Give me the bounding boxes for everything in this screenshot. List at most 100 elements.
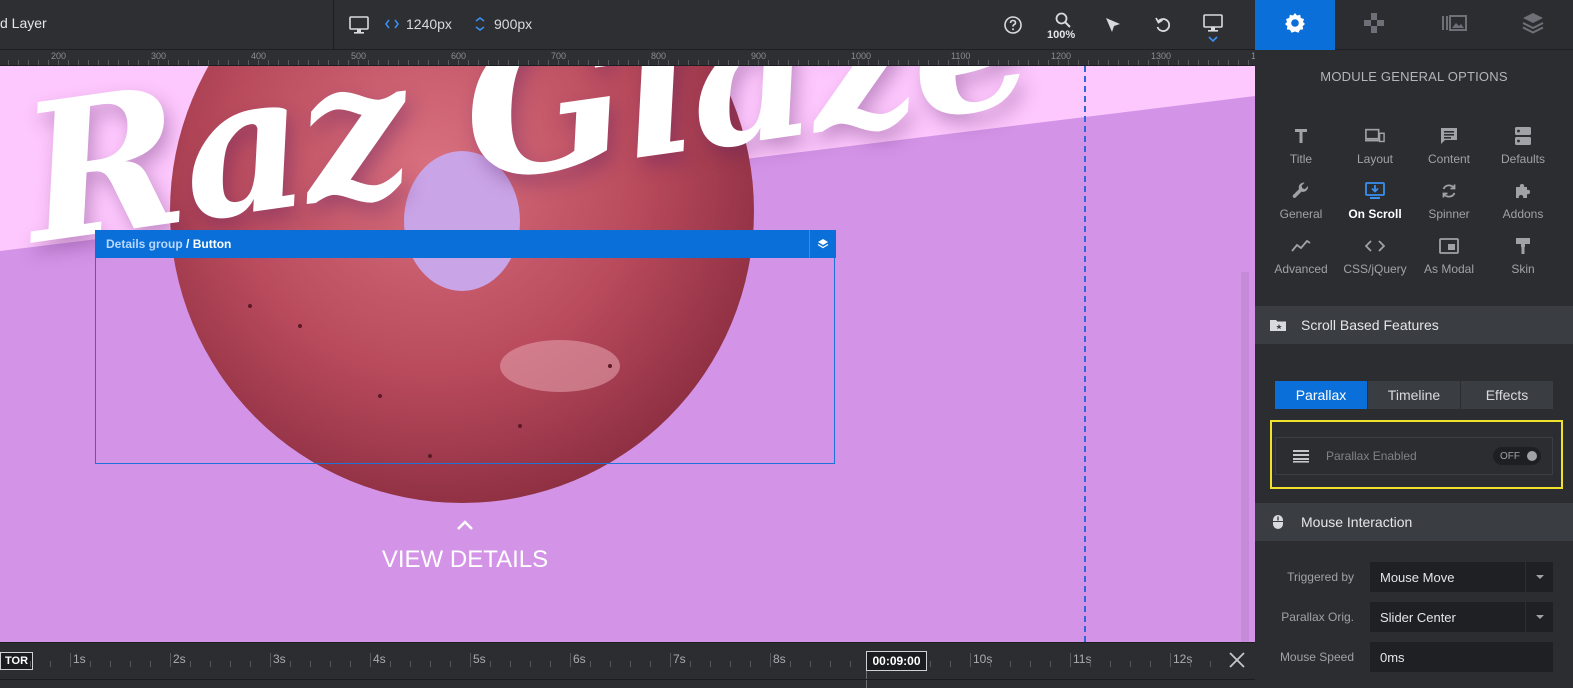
ruler-tick [778, 60, 779, 65]
ruler-tick [538, 60, 539, 65]
tab-settings[interactable] [1255, 0, 1335, 50]
tab-timeline[interactable]: Timeline [1368, 381, 1461, 409]
cursor-icon[interactable] [1101, 13, 1125, 37]
chevron-down-icon[interactable] [1525, 562, 1553, 592]
tab-parallax[interactable]: Parallax [1275, 381, 1368, 409]
mouse-speed-input[interactable]: 0ms [1370, 642, 1553, 672]
option-addons[interactable]: Addons [1486, 175, 1560, 230]
ruler-tick [1018, 60, 1019, 65]
ruler-tick [138, 60, 139, 65]
slide-canvas[interactable]: Raz Glaze Details group / Button VIEW DE… [0, 66, 1255, 642]
zoom-level[interactable]: 100% [1047, 29, 1075, 41]
option-label: Title [1289, 152, 1313, 166]
scroll-features-section[interactable]: Scroll Based Features [1255, 306, 1573, 344]
ruler-tick [198, 60, 199, 65]
timeline-minor-tick [930, 661, 931, 667]
ruler-tick [908, 60, 909, 65]
option-general[interactable]: General [1264, 175, 1338, 230]
option-as-modal[interactable]: As Modal [1412, 230, 1486, 285]
timeline-minor-tick [1190, 661, 1191, 667]
timeline-minor-tick [690, 661, 691, 667]
ruler-tick [648, 60, 649, 65]
desktop-view-icon[interactable] [347, 13, 371, 37]
timeline-badge[interactable]: TOR [0, 652, 34, 670]
ruler-tick [948, 60, 949, 65]
option-layout[interactable]: Layout [1338, 120, 1412, 175]
timeline-minor-tick [1170, 661, 1171, 667]
mouse-icon [1255, 514, 1301, 530]
parallax-origin-select[interactable]: Slider Center [1370, 602, 1525, 632]
ruler-tick [1198, 60, 1199, 65]
timeline-minor-tick [470, 661, 471, 667]
ruler-tick [378, 60, 379, 65]
ruler-tick [228, 60, 229, 65]
ruler-tick [528, 60, 529, 65]
ruler-tick [708, 60, 709, 65]
mouse-interaction-section[interactable]: Mouse Interaction [1255, 503, 1573, 541]
selected-layer-header[interactable]: Details group / Button [95, 230, 836, 258]
ruler-tick [678, 60, 679, 65]
parallax-toggle[interactable]: OFF [1493, 447, 1541, 465]
timeline-current-time[interactable]: 00:09:00 [866, 651, 927, 671]
ruler-tick [668, 60, 669, 65]
timeline[interactable]: TOR 1s 2s 3s 4s 5s 6s 7s 8s 10s 11s 12s 00:09:00 [0, 642, 1255, 688]
code-icon [1365, 236, 1385, 256]
option-label: Layout [1356, 152, 1394, 166]
width-arrows-icon [385, 19, 399, 29]
option-label: General [1279, 207, 1323, 221]
selected-layer-box[interactable] [95, 230, 835, 464]
timeline-minor-tick [350, 661, 351, 667]
ruler-tick [328, 60, 329, 65]
layers-icon[interactable] [809, 230, 836, 258]
parallax-enabled-row[interactable]: Parallax Enabled OFF [1275, 437, 1553, 475]
toolbar-divider [333, 0, 334, 50]
close-icon[interactable] [1228, 651, 1246, 669]
timeline-label: 6s [573, 652, 586, 666]
ruler-tick [288, 60, 289, 65]
view-details-button[interactable]: VIEW DETAILS [380, 546, 550, 574]
timeline-minor-tick [30, 661, 31, 667]
tab-layers[interactable] [1494, 0, 1573, 50]
tab-slides[interactable] [1414, 0, 1494, 50]
ruler-tick [208, 60, 209, 65]
timeline-label: 1s [73, 652, 86, 666]
option-defaults[interactable]: Defaults [1486, 120, 1560, 175]
ruler-tick [1008, 60, 1009, 65]
chevron-down-icon[interactable] [1525, 602, 1553, 632]
timeline-minor-tick [1210, 661, 1211, 667]
canvas-height-control[interactable]: 900px [475, 13, 532, 35]
ruler-tick [788, 60, 789, 65]
canvas-width-control[interactable]: 1240px [385, 13, 452, 35]
option-spinner[interactable]: Spinner [1412, 175, 1486, 230]
panel-title: MODULE GENERAL OPTIONS [1320, 69, 1508, 84]
ruler-label: 500 [351, 51, 367, 61]
help-icon[interactable] [1001, 13, 1025, 37]
option-title[interactable]: Title [1264, 120, 1338, 175]
timeline-minor-tick [1150, 661, 1151, 667]
ruler-tick [148, 60, 149, 65]
chevron-down-icon[interactable] [1201, 33, 1225, 45]
timeline-minor-tick [150, 661, 151, 667]
triggered-by-select[interactable]: Mouse Move [1370, 562, 1525, 592]
ruler-tick [1248, 60, 1249, 65]
ruler-tick [1228, 60, 1229, 65]
option-css-jquery[interactable]: CSS/jQuery [1338, 230, 1412, 285]
ruler-tick [1088, 60, 1089, 65]
ruler-tick [308, 60, 309, 65]
tab-effects[interactable]: Effects [1461, 381, 1553, 409]
canvas-scrollbar[interactable] [1241, 272, 1249, 642]
option-content[interactable]: Content [1412, 120, 1486, 175]
option-skin[interactable]: Skin [1486, 230, 1560, 285]
option-on-scroll[interactable]: On Scroll [1338, 175, 1412, 230]
option-advanced[interactable]: Advanced [1264, 230, 1338, 285]
ruler-tick [568, 60, 569, 65]
tab-navigation[interactable] [1335, 0, 1415, 50]
responsive-desktop-icon[interactable] [1201, 11, 1225, 35]
timeline-minor-tick [850, 661, 851, 667]
ruler-tick [748, 60, 749, 65]
ruler-tick [508, 60, 509, 65]
ruler-tick [478, 60, 479, 65]
undo-icon[interactable] [1151, 13, 1175, 37]
ruler-tick [88, 60, 89, 65]
ruler-tick [698, 60, 699, 65]
